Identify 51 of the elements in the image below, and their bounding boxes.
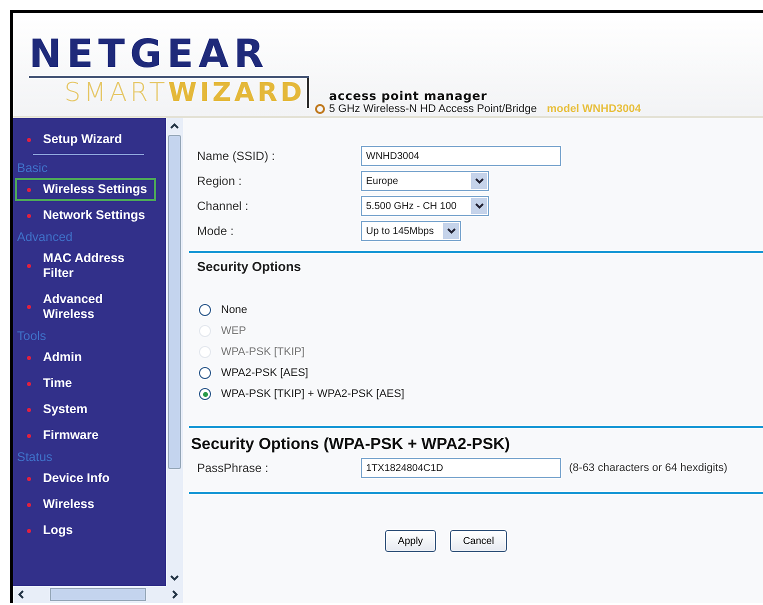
sidebar-item[interactable]: Wireless [15,493,156,516]
radio-label: WEP [221,325,246,337]
sidebar-item[interactable]: MAC Address Filter [15,247,156,285]
model-name: model WNHD3004 [546,103,641,115]
radio-button[interactable] [199,304,211,316]
field-label: Channel : [197,199,250,213]
sidebar-item[interactable]: Firmware [15,424,156,447]
dropdown[interactable]: Up to 145Mbps [361,221,461,241]
sidebar-heading: Status [17,450,54,465]
sidebar-item[interactable]: Network Settings [15,204,156,227]
logo-smart-text: SMART [64,78,168,108]
sidebar-item[interactable]: System [15,398,156,421]
field-label: PassPhrase : [197,461,270,475]
sidebar-item[interactable]: Admin [15,346,156,369]
bullet-icon [315,104,325,114]
sidebar-item[interactable]: Wireless Settings [15,178,156,201]
radio-label: None [221,304,248,316]
product-subtitle: 5 GHz Wireless-N HD Access Point/Bridge [329,103,537,115]
sidebar-item[interactable]: Advanced Wireless [15,288,156,326]
horizontal-scrollbar[interactable] [13,586,183,603]
radio-label: WPA-PSK [TKIP] + WPA2-PSK [AES] [221,388,404,400]
chevron-down-icon [471,173,487,189]
form-button[interactable]: Apply [384,530,436,552]
ssid-field[interactable]: WNHD3004 [361,146,561,166]
form-button[interactable]: Cancel [450,530,508,552]
sidebar-heading: Advanced [17,230,74,245]
radio-button[interactable] [199,367,211,379]
radio-label: WPA-PSK [TKIP] [221,346,305,358]
sidebar-item[interactable]: Time [15,372,156,395]
field-hint: (8-63 characters or 64 hexdigits) [569,462,728,474]
field-label: Mode : [197,224,235,238]
product-name: access point manager [329,89,488,103]
section-title: Security Options (WPA-PSK + WPA2-PSK) [191,436,511,454]
sidebar-item[interactable]: Setup Wizard [15,128,156,151]
sidebar-heading: Tools [17,329,48,344]
sidebar-item[interactable]: Device Info [15,467,156,490]
vertical-scrollbar[interactable] [166,118,183,586]
chevron-down-icon [471,198,487,214]
chevron-down-icon [443,223,459,239]
sidebar-heading: Basic [17,161,49,176]
field-label: Name (SSID) : [197,149,276,163]
logo-text: NETGEAR [29,35,270,75]
radio-button[interactable] [199,388,211,400]
dropdown[interactable]: Europe [361,171,489,191]
sidebar-item[interactable]: Logs [15,519,156,542]
section-title: Security Options [197,259,302,274]
field-label: Region : [197,174,243,188]
logo-wizard-text: WIZARD [168,78,305,108]
passphrase-field[interactable]: 1TX1824804C1D [361,458,561,478]
radio-label: WPA2-PSK [AES] [221,367,308,379]
dropdown[interactable]: 5.500 GHz - CH 100 [361,196,489,216]
